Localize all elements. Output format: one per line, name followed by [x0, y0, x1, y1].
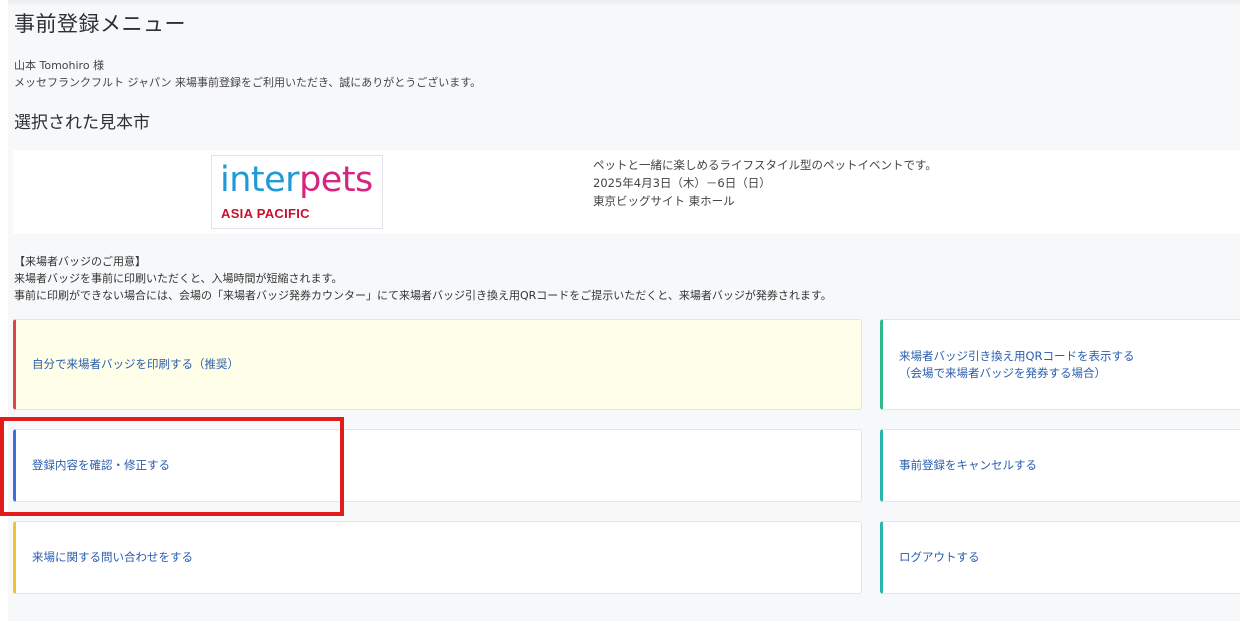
show-qr-label-line1: 来場者バッジ引き換え用QRコードを表示する — [899, 348, 1135, 363]
top-shadow — [8, 0, 1240, 6]
fair-logo-wordmark: interpets — [220, 160, 373, 200]
cancel-registration-label: 事前登録をキャンセルする — [899, 458, 1037, 472]
show-qr-label: 来場者バッジ引き換え用QRコードを表示する （会場で来場者バッジを発券する場合） — [899, 348, 1135, 382]
badge-notice: 【来場者バッジのご用意】 来場者バッジを事前に印刷いただくと、入場時間が短縮され… — [14, 253, 832, 304]
confirm-edit-button[interactable]: 登録内容を確認・修正する — [13, 429, 862, 502]
fair-info: ペットと一緒に楽しめるライフスタイル型のペットイベントです。 2025年4月3日… — [593, 156, 937, 210]
logo-subtitle: ASIA PACIFIC — [221, 206, 310, 221]
badge-notice-heading: 【来場者バッジのご用意】 — [14, 255, 146, 268]
logout-button[interactable]: ログアウトする — [880, 521, 1240, 594]
welcome-message: メッセフランクフルト ジャパン 来場事前登録をご利用いただき、誠にありがとうござ… — [14, 76, 482, 89]
print-badge-label: 自分で来場者バッジを印刷する（推奨） — [32, 357, 239, 371]
fair-venue: 東京ビッグサイト 東ホール — [593, 194, 735, 208]
fair-card: interpets ASIA PACIFIC ペットと一緒に楽しめるライフスタイ… — [13, 150, 1240, 234]
print-badge-button[interactable]: 自分で来場者バッジを印刷する（推奨） — [13, 319, 862, 410]
badge-notice-line2: 事前に印刷ができない場合には、会場の「来場者バッジ発券カウンター」にて来場者バッ… — [14, 289, 832, 302]
logout-label: ログアウトする — [899, 550, 980, 564]
selected-fair-heading: 選択された見本市 — [14, 113, 150, 133]
logo-pets: pets — [299, 160, 373, 200]
confirm-edit-label: 登録内容を確認・修正する — [32, 458, 170, 472]
fair-dates: 2025年4月3日（木）－6日（日） — [593, 176, 771, 190]
cancel-registration-button[interactable]: 事前登録をキャンセルする — [880, 429, 1240, 502]
user-name: 山本 Tomohiro 様 — [14, 59, 105, 72]
show-qr-label-line2: （会場で来場者バッジを発券する場合） — [899, 365, 1106, 380]
show-qr-button[interactable]: 来場者バッジ引き換え用QRコードを表示する （会場で来場者バッジを発券する場合） — [880, 319, 1240, 410]
fair-logo: interpets ASIA PACIFIC — [211, 155, 383, 229]
page-container: 事前登録メニュー 山本 Tomohiro 様 メッセフランクフルト ジャパン 来… — [8, 0, 1240, 621]
fair-description: ペットと一緒に楽しめるライフスタイル型のペットイベントです。 — [593, 158, 937, 172]
greeting: 山本 Tomohiro 様 メッセフランクフルト ジャパン 来場事前登録をご利用… — [14, 57, 481, 91]
badge-notice-line1: 来場者バッジを事前に印刷いただくと、入場時間が短縮されます。 — [14, 272, 343, 285]
logo-inter: inter — [220, 160, 300, 200]
contact-label: 来場に関する問い合わせをする — [32, 550, 193, 564]
page-title: 事前登録メニュー — [14, 12, 186, 36]
contact-button[interactable]: 来場に関する問い合わせをする — [13, 521, 862, 594]
